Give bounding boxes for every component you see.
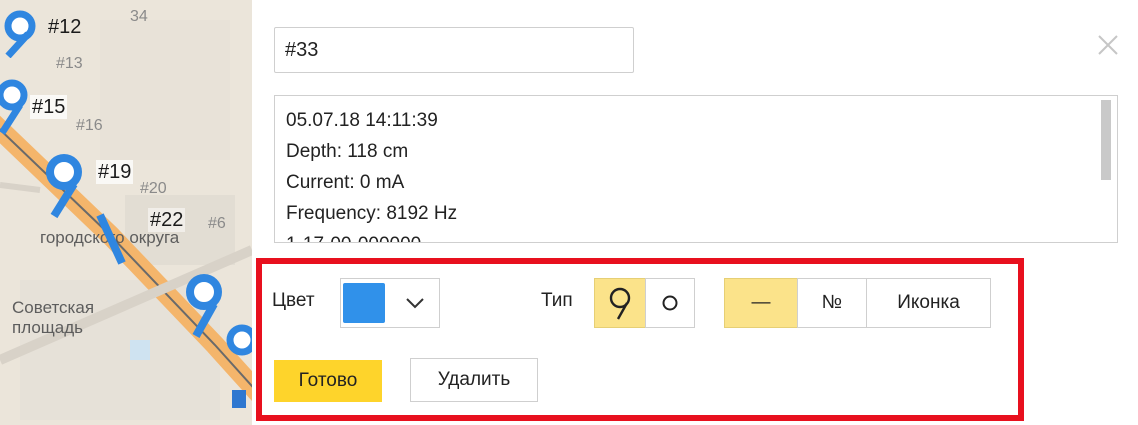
placemark-description-textarea[interactable]: 05.07.18 14:11:39 Depth: 118 cm Current:… (274, 95, 1118, 243)
type-pin-button[interactable] (594, 278, 646, 328)
description-line: 05.07.18 14:11:39 (286, 110, 438, 131)
description-line: Frequency: 8192 Hz (286, 203, 458, 224)
close-icon (1098, 35, 1118, 55)
map-place-label: Советская площадь (12, 298, 95, 337)
type-label: Тип (541, 290, 573, 311)
map-marker-faint-label: #20 (140, 180, 167, 197)
label-mode-icon-button[interactable]: Иконка (866, 278, 991, 328)
map-marker-label: #19 (96, 160, 134, 184)
map-marker-pin-icon[interactable] (92, 205, 132, 265)
circle-icon (662, 295, 678, 311)
description-line: 1-17-00-000000 (275, 229, 457, 242)
map-marker-faint-label: #13 (56, 55, 83, 72)
description-text: 05.07.18 14:11:39 Depth: 118 cm Current:… (275, 105, 458, 242)
color-picker-button[interactable] (340, 278, 440, 328)
map-marker-label: #15 (30, 95, 68, 119)
map-badge (232, 390, 246, 408)
map-marker-pin-icon[interactable] (224, 318, 252, 378)
description-scrollbar[interactable] (1101, 100, 1111, 180)
map-marker-pin-icon[interactable] (2, 8, 42, 58)
map-marker-faint-label: 34 (130, 8, 148, 25)
type-circle-button[interactable] (645, 278, 695, 328)
map-marker-label: #12 (48, 16, 82, 38)
description-line: Depth: 118 cm (286, 141, 409, 162)
map-marker-label: #22 (148, 208, 186, 232)
map-marker-faint-label: #16 (76, 117, 103, 134)
close-button[interactable] (1093, 30, 1123, 60)
map-marker-pin-icon[interactable] (40, 150, 90, 220)
description-line: Current: 0 mA (286, 172, 405, 193)
chevron-down-icon (406, 298, 424, 309)
done-button[interactable]: Готово (274, 360, 382, 402)
color-label: Цвет (272, 290, 315, 311)
map-marker-faint-label: #6 (208, 215, 226, 232)
label-mode-none-button[interactable]: — (724, 278, 798, 328)
label-mode-number-button[interactable]: № (797, 278, 867, 328)
delete-button[interactable]: Удалить (410, 358, 538, 402)
map-view[interactable]: 34 #16 #13 #6 #20 городского округа Сове… (0, 0, 252, 425)
color-swatch (343, 283, 385, 323)
pin-icon (609, 287, 631, 320)
placemark-title-input[interactable] (274, 27, 634, 73)
